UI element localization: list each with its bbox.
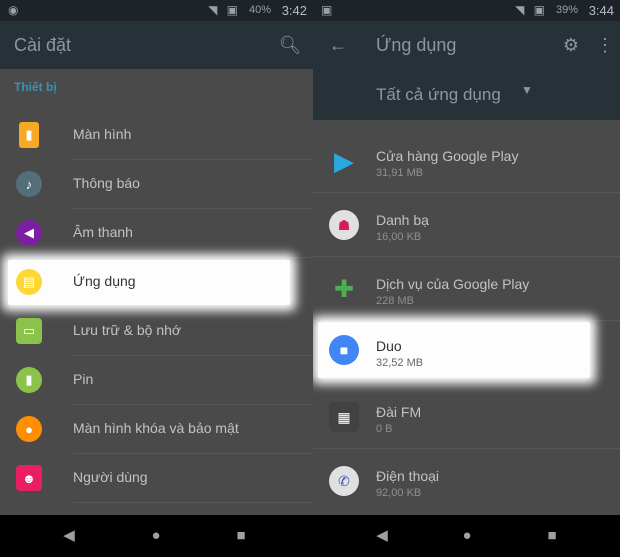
apps-screen: ▣ ◥ ▣ 39% 3:44 ← Ứng dụng ⚙ ⋮ Tất cả ứng…	[313, 0, 620, 557]
battery-percent: 39%	[555, 4, 578, 16]
app-name: Cửa hàng Google Play	[376, 148, 519, 164]
status-bar: ◉ ◥ ▣ 40% 3:42	[0, 0, 313, 21]
page-title: Cài đặt	[14, 35, 72, 55]
lock-icon: ●	[16, 416, 42, 442]
gear-icon[interactable]: ⚙	[558, 32, 584, 58]
app-row-fm-radio[interactable]: ▦ Đài FM 0 B	[313, 385, 620, 449]
settings-item-display[interactable]: ▮ Màn hình	[0, 111, 313, 160]
clock: 3:42	[281, 3, 307, 18]
app-row-play-services[interactable]: ✚ Dịch vụ của Google Play 228 MB	[313, 257, 620, 321]
phone-icon: ✆	[329, 466, 359, 496]
app-bar: Cài đặt 🔍︎	[0, 21, 313, 69]
contacts-icon: ☗	[329, 210, 359, 240]
settings-item-notifications[interactable]: ♪ Thông báo	[0, 160, 313, 209]
app-name: Đài FM	[376, 404, 422, 420]
play-store-icon: ▶	[334, 145, 354, 176]
app-size: 0 B	[376, 423, 393, 435]
app-row-duo[interactable]	[313, 321, 620, 385]
app-filter-dropdown[interactable]: Tất cả ứng dụng ▼	[313, 69, 620, 120]
page-title: Ứng dụng	[376, 35, 457, 55]
users-icon: ☻	[16, 465, 42, 491]
settings-item-label: Màn hình	[73, 126, 132, 142]
settings-item-apps[interactable]: ▤ Ứng dụng	[0, 258, 313, 307]
clock: 3:44	[588, 3, 614, 18]
caret-down-icon: ▼	[521, 83, 533, 97]
settings-item-label: Âm thanh	[73, 224, 133, 240]
nav-bar: ◀ ● ■	[0, 515, 313, 557]
settings-item-label: Màn hình khóa và bảo mật	[73, 420, 239, 436]
radio-icon: ▦	[329, 402, 359, 432]
back-arrow-icon[interactable]: ←	[325, 32, 351, 58]
settings-item-label: Ứng dụng	[73, 273, 136, 289]
battery-percent: 40%	[248, 4, 271, 16]
settings-item-lock-security[interactable]: ● Màn hình khóa và bảo mật	[0, 405, 313, 454]
status-bar: ▣ ◥ ▣ 39% 3:44	[313, 0, 620, 21]
section-header: Thiết bị	[14, 80, 57, 94]
app-row-contacts[interactable]: ☗ Danh bạ 16,00 KB	[313, 193, 620, 257]
storage-icon: ▭	[16, 318, 42, 344]
back-nav-icon[interactable]: ◀	[369, 523, 395, 549]
recents-nav-icon[interactable]: ■	[228, 523, 254, 549]
display-icon: ▮	[19, 122, 39, 148]
app-row-play-store[interactable]: ▶ Cửa hàng Google Play 31,91 MB	[313, 129, 620, 193]
app-name: Dịch vụ của Google Play	[376, 276, 530, 292]
search-icon[interactable]: 🔍︎	[277, 32, 303, 58]
speaker-icon: ◀	[16, 220, 42, 246]
settings-item-users[interactable]: ☻ Người dùng	[0, 454, 313, 503]
back-nav-icon[interactable]: ◀	[56, 523, 82, 549]
home-nav-icon[interactable]: ●	[454, 523, 480, 549]
app-name: Danh bạ	[376, 212, 429, 228]
settings-item-label: Lưu trữ & bộ nhớ	[73, 322, 182, 338]
settings-screen: ◉ ◥ ▣ 40% 3:42 Cài đặt 🔍︎ Thiết bị ▮ Màn…	[0, 0, 313, 557]
settings-item-battery[interactable]: ▮ Pin	[0, 356, 313, 405]
recents-nav-icon[interactable]: ■	[539, 523, 565, 549]
app-bar: ← Ứng dụng ⚙ ⋮	[313, 21, 620, 69]
divider	[73, 502, 313, 503]
app-name: Điện thoại	[376, 468, 440, 484]
app-size: 16,00 KB	[376, 231, 422, 243]
settings-item-label: Thông báo	[73, 175, 140, 191]
app-size: 228 MB	[376, 295, 414, 307]
battery-icon: ▮	[16, 367, 42, 393]
home-nav-icon[interactable]: ●	[143, 523, 169, 549]
app-size: 31,91 MB	[376, 167, 424, 179]
settings-item-sound[interactable]: ◀ Âm thanh	[0, 209, 313, 258]
play-services-icon: ✚	[333, 275, 355, 303]
settings-item-label: Pin	[73, 371, 94, 387]
nav-bar: ◀ ● ■	[313, 515, 620, 557]
app-size: 92,00 KB	[376, 487, 422, 499]
image-notification-icon: ▣	[321, 3, 333, 17]
messenger-icon: ◉	[8, 3, 19, 17]
dropdown-selected: Tất cả ứng dụng	[376, 85, 501, 104]
wifi-icon: ◥ ▣	[208, 3, 241, 17]
apps-icon: ▤	[16, 269, 42, 295]
more-options-icon[interactable]: ⋮	[592, 32, 618, 58]
app-row-phone[interactable]: ✆ Điện thoại 92,00 KB	[313, 449, 620, 513]
bell-icon: ♪	[16, 171, 42, 197]
settings-item-storage[interactable]: ▭ Lưu trữ & bộ nhớ	[0, 307, 313, 356]
wifi-icon: ◥ ▣	[515, 3, 548, 17]
settings-item-label: Người dùng	[73, 469, 148, 485]
